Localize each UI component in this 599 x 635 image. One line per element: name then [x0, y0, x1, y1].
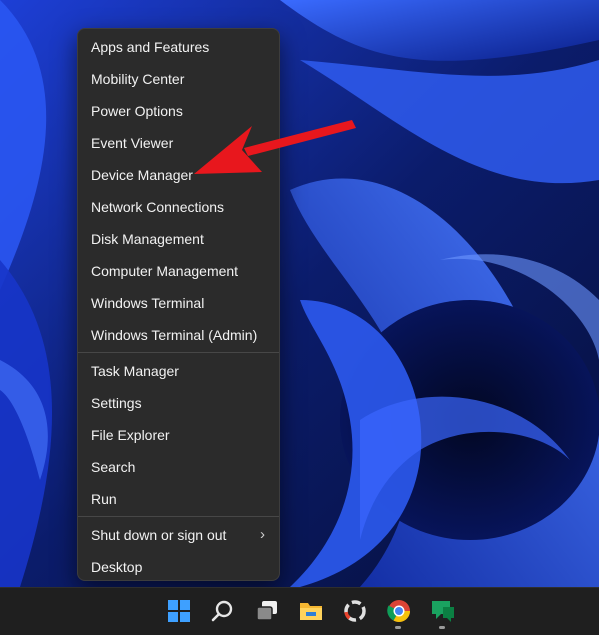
winx-context-menu: Apps and Features Mobility Center Power …: [77, 28, 280, 581]
messaging-running-indicator: [439, 626, 445, 629]
menu-divider: [78, 352, 279, 353]
menu-item-file-explorer[interactable]: File Explorer: [78, 419, 279, 451]
chevron-right-icon: ›: [260, 526, 265, 543]
menu-item-settings[interactable]: Settings: [78, 387, 279, 419]
messaging-app-icon[interactable]: [429, 597, 457, 625]
chrome-running-indicator: [395, 626, 401, 629]
task-view-icon[interactable]: [253, 597, 281, 625]
app-icon[interactable]: [341, 597, 369, 625]
chrome-icon[interactable]: [385, 597, 413, 625]
menu-item-disk-management[interactable]: Disk Management: [78, 223, 279, 255]
menu-item-shut-down-or-sign-out[interactable]: Shut down or sign out ›: [78, 519, 279, 551]
taskbar: [0, 587, 599, 635]
search-icon[interactable]: [209, 597, 237, 625]
menu-item-windows-terminal[interactable]: Windows Terminal: [78, 287, 279, 319]
menu-item-run[interactable]: Run: [78, 483, 279, 515]
menu-item-windows-terminal-admin[interactable]: Windows Terminal (Admin): [78, 319, 279, 351]
menu-divider: [78, 516, 279, 517]
menu-item-task-manager[interactable]: Task Manager: [78, 355, 279, 387]
menu-item-search[interactable]: Search: [78, 451, 279, 483]
menu-item-computer-management[interactable]: Computer Management: [78, 255, 279, 287]
file-explorer-icon[interactable]: [297, 597, 325, 625]
menu-item-network-connections[interactable]: Network Connections: [78, 191, 279, 223]
menu-item-mobility-center[interactable]: Mobility Center: [78, 63, 279, 95]
windows-start-icon[interactable]: [165, 597, 193, 625]
menu-item-apps-and-features[interactable]: Apps and Features: [78, 31, 279, 63]
menu-item-desktop[interactable]: Desktop: [78, 551, 279, 583]
menu-item-label: Shut down or sign out: [91, 527, 227, 543]
annotation-arrow-icon: [190, 112, 360, 192]
